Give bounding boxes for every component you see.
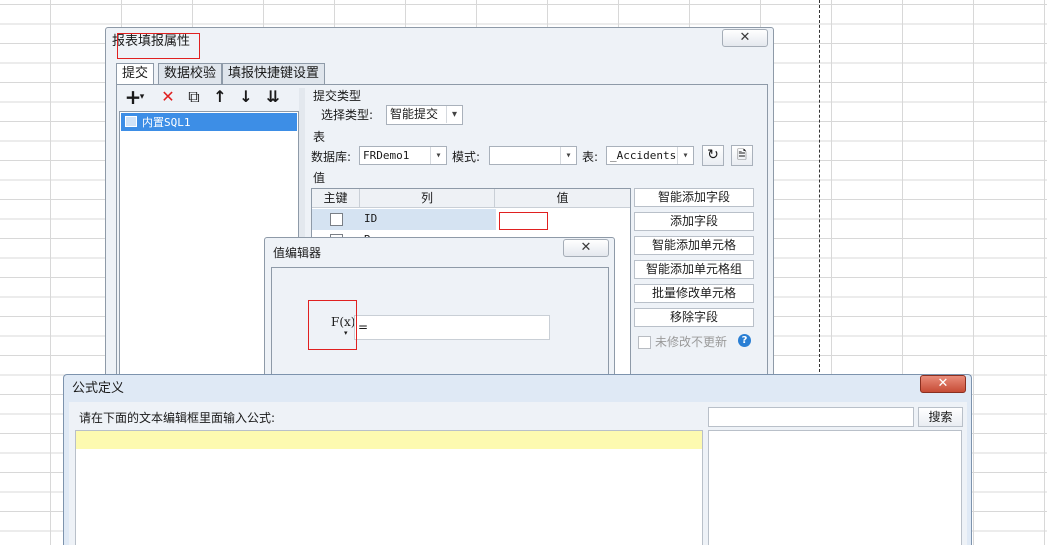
unmodified-no-update-checkbox[interactable] [638, 336, 651, 349]
table-label: 表: [582, 150, 599, 164]
table-select[interactable]: _Accidents ▾ [606, 146, 694, 165]
search-button[interactable]: 搜索 [918, 407, 963, 427]
column-header-key: 主键 [312, 189, 360, 208]
formula-editor[interactable] [75, 430, 703, 545]
add-field-button[interactable]: 添加字段 [634, 212, 754, 231]
close-button[interactable]: ✕ [920, 375, 966, 393]
chevron-down-icon: ▾ [430, 147, 446, 164]
tab-data-validation[interactable]: 数据校验 [158, 63, 223, 84]
sql-icon [125, 116, 137, 127]
close-button[interactable]: ✕ [563, 239, 609, 257]
copy-icon[interactable]: ⧉ [184, 88, 204, 106]
smart-add-cell-button[interactable]: 智能添加单元格 [634, 236, 754, 255]
value-section: 值 [313, 171, 326, 185]
unmodified-no-update-label: 未修改不更新 [655, 335, 728, 349]
chevron-down-icon: ▾ [446, 106, 462, 123]
highlight-formula-button [308, 300, 357, 350]
move-down-icon[interactable]: ⇊ [263, 88, 283, 106]
submit-type-label: 选择类型: [321, 108, 374, 122]
formula-dialog-title: 公式定义 [72, 381, 125, 396]
database-value: FRDemo1 [363, 149, 410, 162]
chevron-down-icon: ▾ [560, 147, 576, 164]
delete-icon[interactable]: ✕ [158, 88, 178, 106]
table-section: 表 [313, 130, 326, 144]
highlight-value-cell [499, 212, 548, 230]
function-list[interactable] [708, 430, 962, 545]
schema-select[interactable]: ▾ [489, 146, 577, 165]
tab-submit[interactable]: 提交 [116, 63, 155, 85]
refresh-icon: ↻ [707, 147, 719, 163]
remove-field-button[interactable]: 移除字段 [634, 308, 754, 327]
submit-type-value: 智能提交 [390, 107, 439, 121]
smart-add-cell-group-button[interactable]: 智能添加单元格组 [634, 260, 754, 279]
value-input-text: = [358, 320, 369, 334]
refresh-button[interactable]: ↻ [702, 145, 724, 166]
column-header-column: 列 [360, 189, 495, 208]
close-button[interactable]: ✕ [722, 29, 768, 47]
preview-button[interactable]: 🗎 [731, 145, 753, 166]
column-name: ID [364, 212, 378, 225]
batch-edit-cells-button[interactable]: 批量修改单元格 [634, 284, 754, 303]
list-item-label: 内置SQL1 [142, 116, 191, 129]
database-label: 数据库: [311, 150, 352, 164]
primary-key-checkbox[interactable] [330, 213, 343, 226]
arrow-up-icon[interactable]: ↑ [210, 88, 230, 106]
chevron-down-icon: ▾ [677, 147, 693, 164]
search-doc-icon: 🗎 [737, 148, 747, 162]
current-line-highlight [76, 431, 702, 449]
tab-shortcut-settings[interactable]: 填报快捷键设置 [222, 63, 326, 84]
value-input[interactable]: = [354, 315, 550, 340]
arrow-down-icon[interactable]: ↓ [236, 88, 256, 106]
table-value: _Accidents [610, 149, 677, 162]
chevron-down-icon[interactable]: ▾ [137, 88, 147, 106]
schema-label: 模式: [452, 150, 481, 164]
help-icon[interactable]: ? [738, 334, 751, 347]
value-editor-title: 值编辑器 [273, 246, 322, 260]
column-header-value: 值 [495, 189, 630, 208]
page-break-line [819, 0, 820, 372]
formula-prompt: 请在下面的文本编辑框里面输入公式: [79, 411, 276, 425]
search-input[interactable] [708, 407, 914, 427]
database-select[interactable]: FRDemo1 ▾ [359, 146, 447, 165]
smart-add-field-button[interactable]: 智能添加字段 [634, 188, 754, 207]
highlight-title [117, 33, 200, 59]
list-item[interactable]: 内置SQL1 [121, 113, 297, 131]
formula-definition-dialog: 公式定义 ✕ 请在下面的文本编辑框里面输入公式: 搜索 [63, 374, 972, 545]
submit-type-select[interactable]: 智能提交 ▾ [386, 105, 463, 125]
submit-type-section: 提交类型 [313, 89, 362, 103]
table-row[interactable]: ID [312, 209, 630, 230]
